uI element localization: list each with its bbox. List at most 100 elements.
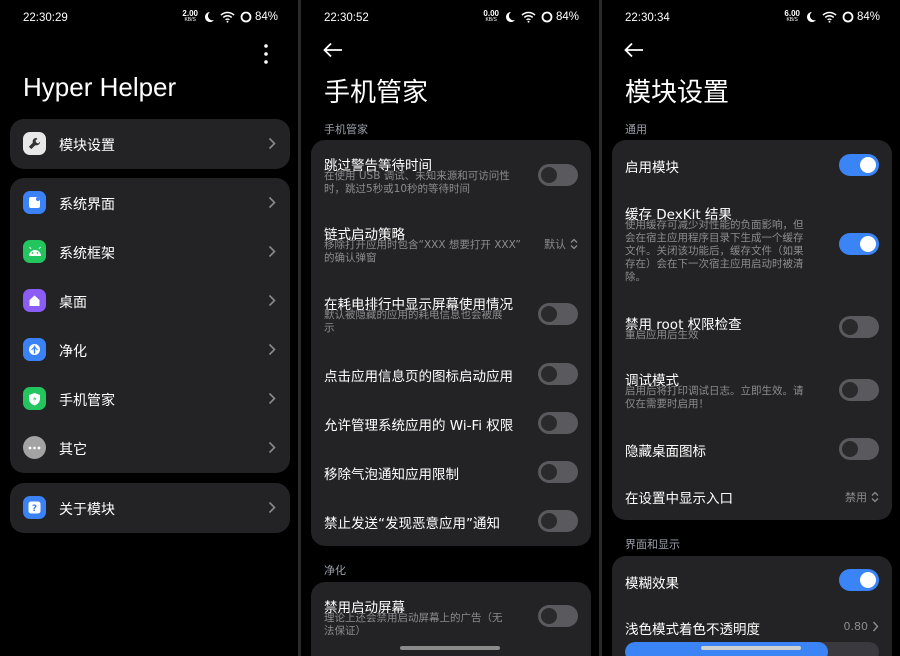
setting-skip-warning[interactable]: 跳过警告等待时间 在使用 USB 调试、未知来源和可访问性 时，跳过5秒或10秒… — [311, 140, 591, 208]
setting-disable-root-check[interactable]: 禁用 root 权限检查 重启应用后生效 — [612, 306, 892, 348]
menu-item-module-settings[interactable]: 模块设置 — [10, 119, 290, 169]
toggle-disable-splash[interactable] — [538, 605, 578, 627]
toggle-knob — [541, 608, 557, 624]
setting-hide-icon[interactable]: 隐藏桌面图标 — [612, 429, 892, 469]
status-time: 22:30:29 — [23, 12, 68, 24]
chevron-right-icon — [268, 501, 276, 514]
section-header: 界面和显示 — [625, 538, 680, 551]
toggle-debug-mode[interactable] — [839, 379, 879, 401]
setting-blur-effect[interactable]: 模糊效果 — [612, 556, 892, 604]
toggle-knob — [541, 464, 557, 480]
setting-enable-module[interactable]: 启用模块 — [612, 140, 892, 190]
toggle-knob — [860, 236, 876, 252]
toggle-bubble-notify[interactable] — [538, 461, 578, 483]
screen-hyper-helper: 22:30:29 2.00 KB/S 84% Hyper Helper 模块设置… — [0, 0, 298, 656]
svg-text:?: ? — [32, 504, 37, 514]
chevron-right-icon — [268, 441, 276, 454]
menu-item-system-framework[interactable]: 系统框架 — [10, 227, 290, 276]
status-bar: 22:30:34 6.00 KB/S 84% — [625, 8, 880, 28]
section-header: 手机管家 — [324, 123, 368, 136]
setting-disable-splash[interactable]: 禁用启动屏幕 理论上还会禁用启动屏幕上的广告（无 法保证） — [311, 582, 591, 644]
toggle-enable-module[interactable] — [839, 154, 879, 176]
chevron-right-icon — [268, 245, 276, 258]
do-not-disturb-moon-icon — [505, 12, 515, 22]
page-title: Hyper Helper — [23, 72, 177, 102]
more-options-icon[interactable] — [256, 42, 276, 66]
card-module-settings: 模块设置 — [10, 119, 290, 169]
toggle-disable-root-check[interactable] — [839, 316, 879, 338]
home-indicator[interactable] — [701, 646, 801, 650]
toggle-knob — [541, 513, 557, 529]
system-ui-icon — [23, 191, 46, 214]
show-entry-selector[interactable]: 禁用 — [845, 489, 879, 505]
toggle-knob — [541, 366, 557, 382]
back-arrow-icon[interactable] — [323, 42, 343, 58]
wifi-icon — [822, 11, 837, 23]
menu-item-others[interactable]: 其它 — [10, 423, 290, 473]
toggle-knob — [842, 382, 858, 398]
card-general-settings: 启用模块 缓存 DexKit 结果 使用缓存可减少对性能的负面影响，但 会在宿主… — [612, 140, 892, 520]
battery-icon — [541, 11, 553, 23]
toggle-knob — [842, 319, 858, 335]
toggle-battery-usage[interactable] — [538, 303, 578, 325]
setting-debug-mode[interactable]: 调试模式 启用后将打印调试日志。立即生效。请 仅在需要时启用！ — [612, 362, 892, 414]
status-bar: 22:30:52 0.00 KB/S 84% — [324, 8, 579, 28]
setting-chain-launch[interactable]: 链式启动策略 移除打开应用时包含“XXX 想要打开 XXX” 的确认弹窗 默认 — [311, 216, 591, 278]
toggle-blur-effect[interactable] — [839, 569, 879, 591]
card-about: ? 关于模块 — [10, 483, 290, 533]
toggle-malware-notify[interactable] — [538, 510, 578, 532]
toggle-hide-icon[interactable] — [839, 438, 879, 460]
card-display-settings: 模糊效果 浅色模式着色不透明度 0.80 — [612, 556, 892, 656]
net-speed: 0.00 KB/S — [483, 9, 499, 24]
menu-item-purify[interactable]: 净化 — [10, 325, 290, 374]
chain-launch-selector[interactable]: 默认 — [544, 236, 578, 252]
status-bar: 22:30:29 2.00 KB/S 84% — [23, 8, 278, 28]
toggle-knob — [860, 572, 876, 588]
menu-item-system-ui[interactable]: 系统界面 — [10, 178, 290, 227]
setting-bubble-notify[interactable]: 移除气泡通知应用限制 — [311, 452, 591, 492]
setting-cache-dexkit[interactable]: 缓存 DexKit 结果 使用缓存可减少对性能的负面影响，但 会在宿主应用程序目… — [612, 198, 892, 298]
status-time: 22:30:52 — [324, 12, 369, 24]
card-security-settings: 跳过警告等待时间 在使用 USB 调试、未知来源和可访问性 时，跳过5秒或10秒… — [311, 140, 591, 546]
card-purify-settings: 禁用启动屏幕 理论上还会禁用启动屏幕上的广告（无 法保证） — [311, 582, 591, 656]
do-not-disturb-moon-icon — [806, 12, 816, 22]
status-time: 22:30:34 — [625, 12, 670, 24]
screen-module-settings: 22:30:34 6.00 KB/S 84% 模块设置 通用 启用模块 缓存 D… — [602, 0, 900, 656]
home-indicator[interactable] — [400, 646, 500, 650]
toggle-icon-launch[interactable] — [538, 363, 578, 385]
toggle-knob — [541, 306, 557, 322]
tint-opacity-value[interactable]: 0.80 — [844, 620, 880, 633]
chevron-right-icon — [268, 137, 276, 150]
chevron-right-icon — [268, 294, 276, 307]
setting-battery-usage[interactable]: 在耗电排行中显示屏幕使用情况 默认被隐藏的应用的耗电信息也会被展 示 — [311, 286, 591, 348]
toggle-cache-dexkit[interactable] — [839, 233, 879, 255]
toggle-knob — [541, 415, 557, 431]
chevron-right-icon — [268, 392, 276, 405]
setting-show-entry[interactable]: 在设置中显示入口 禁用 — [612, 476, 892, 516]
battery-icon — [240, 11, 252, 23]
page-title: 手机管家 — [324, 77, 429, 107]
chevron-updown-icon — [570, 238, 578, 250]
more-icon — [23, 436, 46, 459]
do-not-disturb-moon-icon — [204, 12, 214, 22]
toggle-knob — [860, 157, 876, 173]
home-icon — [23, 289, 46, 312]
battery-icon — [842, 11, 854, 23]
setting-wifi-permission[interactable]: 允许管理系统应用的 Wi-Fi 权限 — [311, 403, 591, 443]
net-speed: 2.00 KB/S — [182, 9, 198, 24]
back-arrow-icon[interactable] — [624, 42, 644, 58]
battery-level: 84% — [856, 11, 880, 23]
menu-item-security[interactable]: 手机管家 — [10, 374, 290, 423]
menu-item-desktop[interactable]: 桌面 — [10, 276, 290, 325]
setting-icon-launch[interactable]: 点击应用信息页的图标启动应用 — [311, 354, 591, 394]
help-icon: ? — [23, 496, 46, 519]
card-feature-groups: 系统界面 系统框架 桌面 净化 手机管家 其它 — [10, 178, 290, 473]
chevron-right-icon — [268, 343, 276, 356]
toggle-skip-warning[interactable] — [538, 164, 578, 186]
chevron-right-icon — [872, 621, 879, 632]
setting-malware-notify[interactable]: 禁止发送“发现恶意应用”通知 — [311, 501, 591, 541]
purify-icon — [23, 338, 46, 361]
toggle-knob — [541, 167, 557, 183]
menu-item-about[interactable]: ? 关于模块 — [10, 483, 290, 533]
toggle-wifi-permission[interactable] — [538, 412, 578, 434]
